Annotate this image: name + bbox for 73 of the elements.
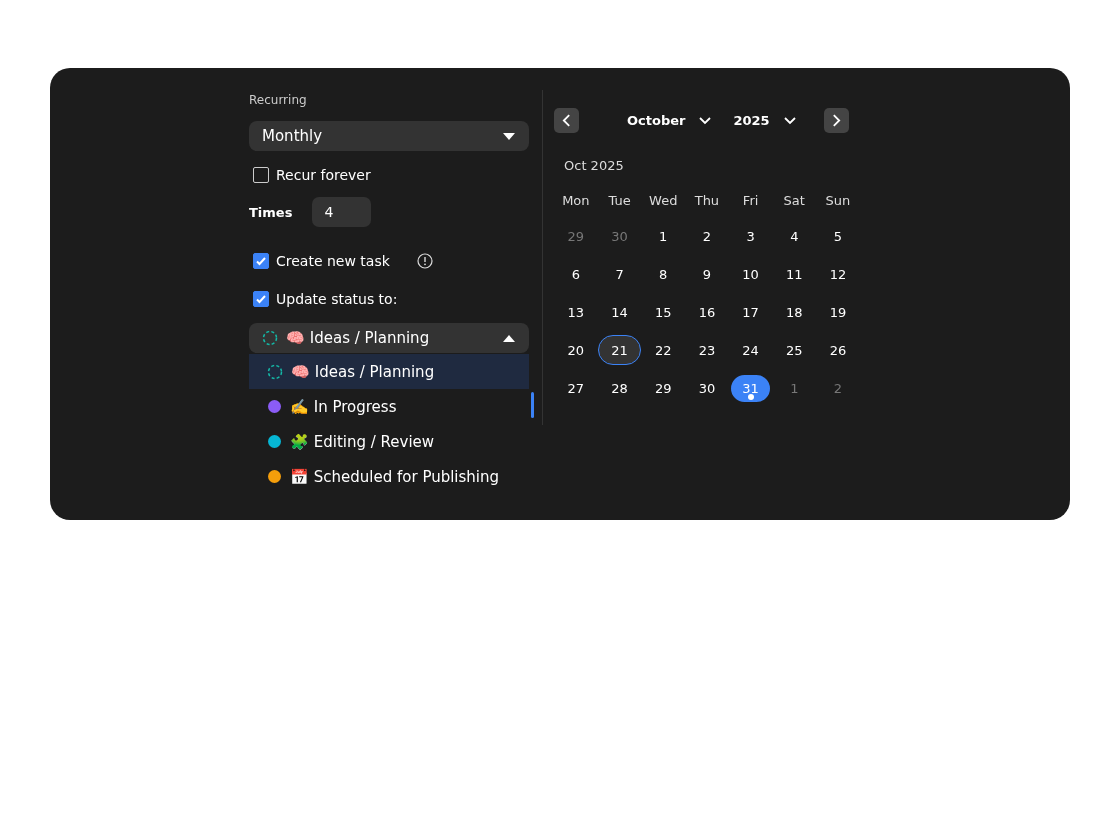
calendar-day[interactable]: 7 [597,259,642,289]
calendar-day[interactable]: 8 [641,259,686,289]
field-label: Recurring [249,93,308,107]
calendar-day[interactable]: 28 [597,373,642,403]
calendar-day[interactable]: 20 [554,335,598,365]
calendar-day[interactable]: 22 [641,335,686,365]
status-option[interactable]: 🧩 Editing / Review [249,424,529,459]
info-icon[interactable] [416,253,433,269]
calendar-day[interactable]: 26 [816,335,860,365]
chevron-down-icon [699,116,712,125]
status-option[interactable]: ✍ In Progress [249,389,529,424]
dashed-circle-icon [262,330,278,346]
caret-icon [503,132,515,140]
weekday-label: Fri [741,193,760,210]
calendar-day[interactable]: 29 [554,221,598,251]
calendar-day[interactable]: 29 [641,373,686,403]
chevron-down-icon [783,116,796,125]
calendar-day[interactable]: 15 [641,297,686,327]
weekday-label: Thu [693,193,721,210]
chevron-left-icon [562,114,571,127]
next-month-button[interactable] [823,108,849,133]
calendar-day[interactable]: 31 [731,374,771,402]
checkbox[interactable] [253,167,269,183]
calendar-day[interactable]: 4 [772,221,817,251]
weekday-label: Wed [648,193,679,210]
calendar-day[interactable]: 21 [597,335,642,365]
calendar-day[interactable]: 1 [772,373,817,403]
status-select[interactable]: 🧠 Ideas / Planning [249,323,529,353]
calendar-day[interactable]: 16 [685,297,729,327]
caret-icon [503,334,515,342]
calendar-day[interactable]: 25 [772,335,817,365]
weekday-label: Mon [561,193,591,210]
dashed-circle-icon [267,363,283,380]
weekday-label: Tue [607,193,632,210]
checkbox-label: Recur forever [276,167,371,183]
weekday-label: Sat [782,193,806,210]
calendar-day[interactable]: 11 [772,259,817,289]
calendar-caption: Oct 2025 [564,158,625,173]
calendar-day[interactable]: 10 [728,259,773,289]
calendar-day[interactable]: 3 [728,221,773,251]
year-select[interactable]: 2025 [733,113,796,128]
calendar-day[interactable]: 30 [597,221,642,251]
chevron-right-icon [831,114,841,127]
calendar-day[interactable]: 5 [816,221,860,251]
calendar-day[interactable]: 6 [554,259,598,289]
checkbox[interactable] [253,291,269,307]
calendar-day[interactable]: 18 [772,297,817,327]
field-label: Times [249,204,293,220]
weekday-label: Sun [824,193,852,210]
calendar-day[interactable]: 2 [816,373,860,403]
calendar-day[interactable]: 13 [554,297,598,327]
scrollbar-thumb[interactable] [531,392,534,418]
recurring-select[interactable]: Monthly [249,121,529,151]
month-select[interactable]: October [627,113,712,128]
checkbox[interactable] [253,253,269,269]
calendar-day[interactable]: 24 [728,335,773,365]
calendar-day[interactable]: 27 [554,373,598,403]
event-dot [747,394,754,400]
checkbox-label: Create new task [276,253,390,269]
calendar-day[interactable]: 14 [597,297,642,327]
calendar-day[interactable]: 1 [641,221,686,251]
calendar-day[interactable]: 9 [685,259,729,289]
previous-month-button[interactable] [554,108,579,133]
checkbox-label: Update status to: [276,291,398,307]
calendar-day[interactable]: 19 [816,297,860,327]
calendar-day[interactable]: 2 [685,221,729,251]
times-input[interactable]: 4 [312,197,372,227]
calendar-day[interactable]: 30 [685,373,729,403]
status-option[interactable]: 📅 Scheduled for Publishing [249,459,529,494]
calendar-day[interactable]: 23 [685,335,729,365]
calendar-day[interactable]: 17 [728,297,773,327]
status-option[interactable]: 🧠 Ideas / Planning [249,354,529,389]
calendar-day[interactable]: 12 [816,259,860,289]
